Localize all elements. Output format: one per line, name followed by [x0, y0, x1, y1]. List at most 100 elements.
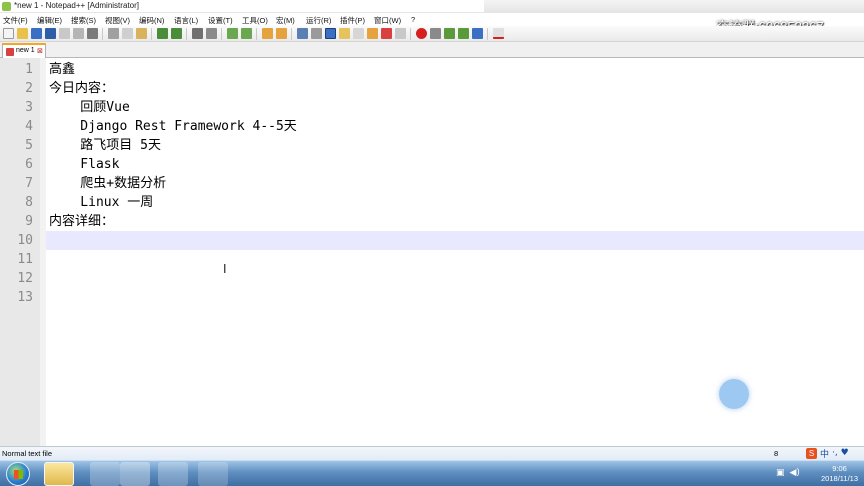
taskbar-app[interactable]: [198, 462, 228, 486]
line-number: 12: [17, 271, 33, 286]
tab-label: new 1: [16, 47, 35, 54]
close-all-icon[interactable]: [73, 28, 84, 39]
function-list-icon[interactable]: [367, 28, 378, 39]
system-tray: ▣ ◀): [776, 468, 800, 478]
start-button[interactable]: [6, 462, 30, 486]
menu-window[interactable]: 窗口(W): [374, 15, 401, 26]
window-controls[interactable]: [484, 0, 864, 13]
title-bar: *new 1 - Notepad++ [Administrator]: [0, 0, 864, 13]
file-type-status: Normal text file: [2, 449, 53, 458]
menu-view[interactable]: 视图(V): [105, 15, 130, 26]
line-number: 7: [25, 176, 33, 191]
line-number: 4: [25, 119, 33, 134]
sync-horizontal-icon[interactable]: [276, 28, 287, 39]
sogou-ime-icon[interactable]: S: [806, 447, 817, 459]
record-macro-icon[interactable]: [416, 28, 427, 39]
udl-icon[interactable]: [339, 28, 350, 39]
floating-assistant-ball[interactable]: [719, 379, 749, 409]
spell-check-icon[interactable]: [493, 28, 504, 39]
code-line: Flask: [49, 157, 120, 172]
toolbar-separator: [291, 28, 292, 40]
toolbar-separator: [102, 28, 103, 40]
toolbar-separator: [487, 28, 488, 40]
replace-icon[interactable]: [206, 28, 217, 39]
menu-edit[interactable]: 编辑(E): [37, 15, 62, 26]
taskbar-clock[interactable]: 9:06 2018/11/13: [821, 464, 858, 484]
save-icon[interactable]: [31, 28, 42, 39]
menu-file[interactable]: 文件(F): [3, 15, 28, 26]
toolbar-separator: [221, 28, 222, 40]
print-icon[interactable]: [87, 28, 98, 39]
line-number: 8: [25, 195, 33, 210]
line-number: 1: [25, 62, 33, 77]
tab-bar: new 1 ⊠: [0, 42, 864, 58]
menu-language[interactable]: 语言(L): [174, 15, 198, 26]
clock-time: 9:06: [832, 464, 847, 473]
doc-map-icon[interactable]: [353, 28, 364, 39]
close-file-icon[interactable]: [59, 28, 70, 39]
network-icon[interactable]: ▣: [776, 468, 785, 478]
menu-plugins[interactable]: 插件(P): [340, 15, 365, 26]
code-line: 爬虫+数据分析: [49, 176, 167, 191]
stop-macro-icon[interactable]: [430, 28, 441, 39]
windows-logo-icon: [14, 470, 23, 479]
tab-new-1[interactable]: new 1 ⊠: [2, 43, 46, 58]
indent-guide-icon[interactable]: [325, 28, 336, 39]
menu-macro[interactable]: 宏(M): [276, 15, 295, 26]
ime-extra-icons[interactable]: ·, ♥: [832, 448, 849, 458]
save-all-icon[interactable]: [45, 28, 56, 39]
status-bar: Normal text file 8: [0, 446, 864, 460]
code-line: 路飞项目 5天: [49, 138, 161, 153]
clock-date: 2018/11/13: [821, 474, 858, 483]
line-number: 9: [25, 214, 33, 229]
toolbar: [0, 26, 864, 42]
cut-icon[interactable]: [108, 28, 119, 39]
code-line: 回顾Vue: [49, 100, 130, 115]
taskbar-app[interactable]: [90, 462, 120, 486]
taskbar-app[interactable]: [158, 462, 188, 486]
volume-icon[interactable]: ◀): [790, 468, 800, 478]
zoom-in-icon[interactable]: [227, 28, 238, 39]
status-tail: 8: [774, 449, 779, 458]
line-number: 13: [17, 290, 33, 305]
menu-tools[interactable]: 工具(O): [242, 15, 268, 26]
close-tab-icon[interactable]: ⊠: [37, 47, 43, 55]
toolbar-separator: [410, 28, 411, 40]
undo-icon[interactable]: [157, 28, 168, 39]
open-file-icon[interactable]: [17, 28, 28, 39]
unsaved-file-icon: [6, 48, 14, 56]
ime-toolbar[interactable]: S 中 ·, ♥: [806, 447, 849, 460]
menu-run[interactable]: 运行(R): [306, 15, 331, 26]
monitoring-icon[interactable]: [395, 28, 406, 39]
sync-vertical-icon[interactable]: [262, 28, 273, 39]
redo-icon[interactable]: [171, 28, 182, 39]
run-macro-multiple-icon[interactable]: [458, 28, 469, 39]
code-line: Django Rest Framework 4--5天: [49, 119, 297, 134]
code-line: Linux 一周: [49, 195, 154, 210]
play-macro-icon[interactable]: [444, 28, 455, 39]
line-number: 2: [25, 81, 33, 96]
find-icon[interactable]: [192, 28, 203, 39]
fold-margin[interactable]: [40, 58, 46, 446]
folder-workspace-icon[interactable]: [381, 28, 392, 39]
menu-settings[interactable]: 设置(T): [208, 15, 233, 26]
zoom-out-icon[interactable]: [241, 28, 252, 39]
explorer-taskbar-icon[interactable]: [44, 462, 74, 486]
paste-icon[interactable]: [136, 28, 147, 39]
menu-help[interactable]: ?: [411, 15, 415, 24]
copy-icon[interactable]: [122, 28, 133, 39]
ime-language-toggle[interactable]: 中: [820, 447, 829, 460]
menu-encoding[interactable]: 编码(N): [139, 15, 164, 26]
save-macro-icon[interactable]: [472, 28, 483, 39]
ibeam-cursor-icon: I: [223, 262, 227, 276]
show-all-chars-icon[interactable]: [311, 28, 322, 39]
code-line: 内容详细：: [49, 214, 115, 229]
word-wrap-icon[interactable]: [297, 28, 308, 39]
editor-area[interactable]: 1 2 3 4 5 6 7 8 9 10 11 12 13 高鑫 今日内容： 回…: [0, 58, 864, 446]
current-line-highlight: [46, 231, 864, 250]
new-file-icon[interactable]: [3, 28, 14, 39]
line-number: 10: [17, 233, 33, 248]
taskbar-app[interactable]: [120, 462, 150, 486]
menu-search[interactable]: 搜索(S): [71, 15, 96, 26]
code-line: 高鑫: [49, 62, 76, 77]
